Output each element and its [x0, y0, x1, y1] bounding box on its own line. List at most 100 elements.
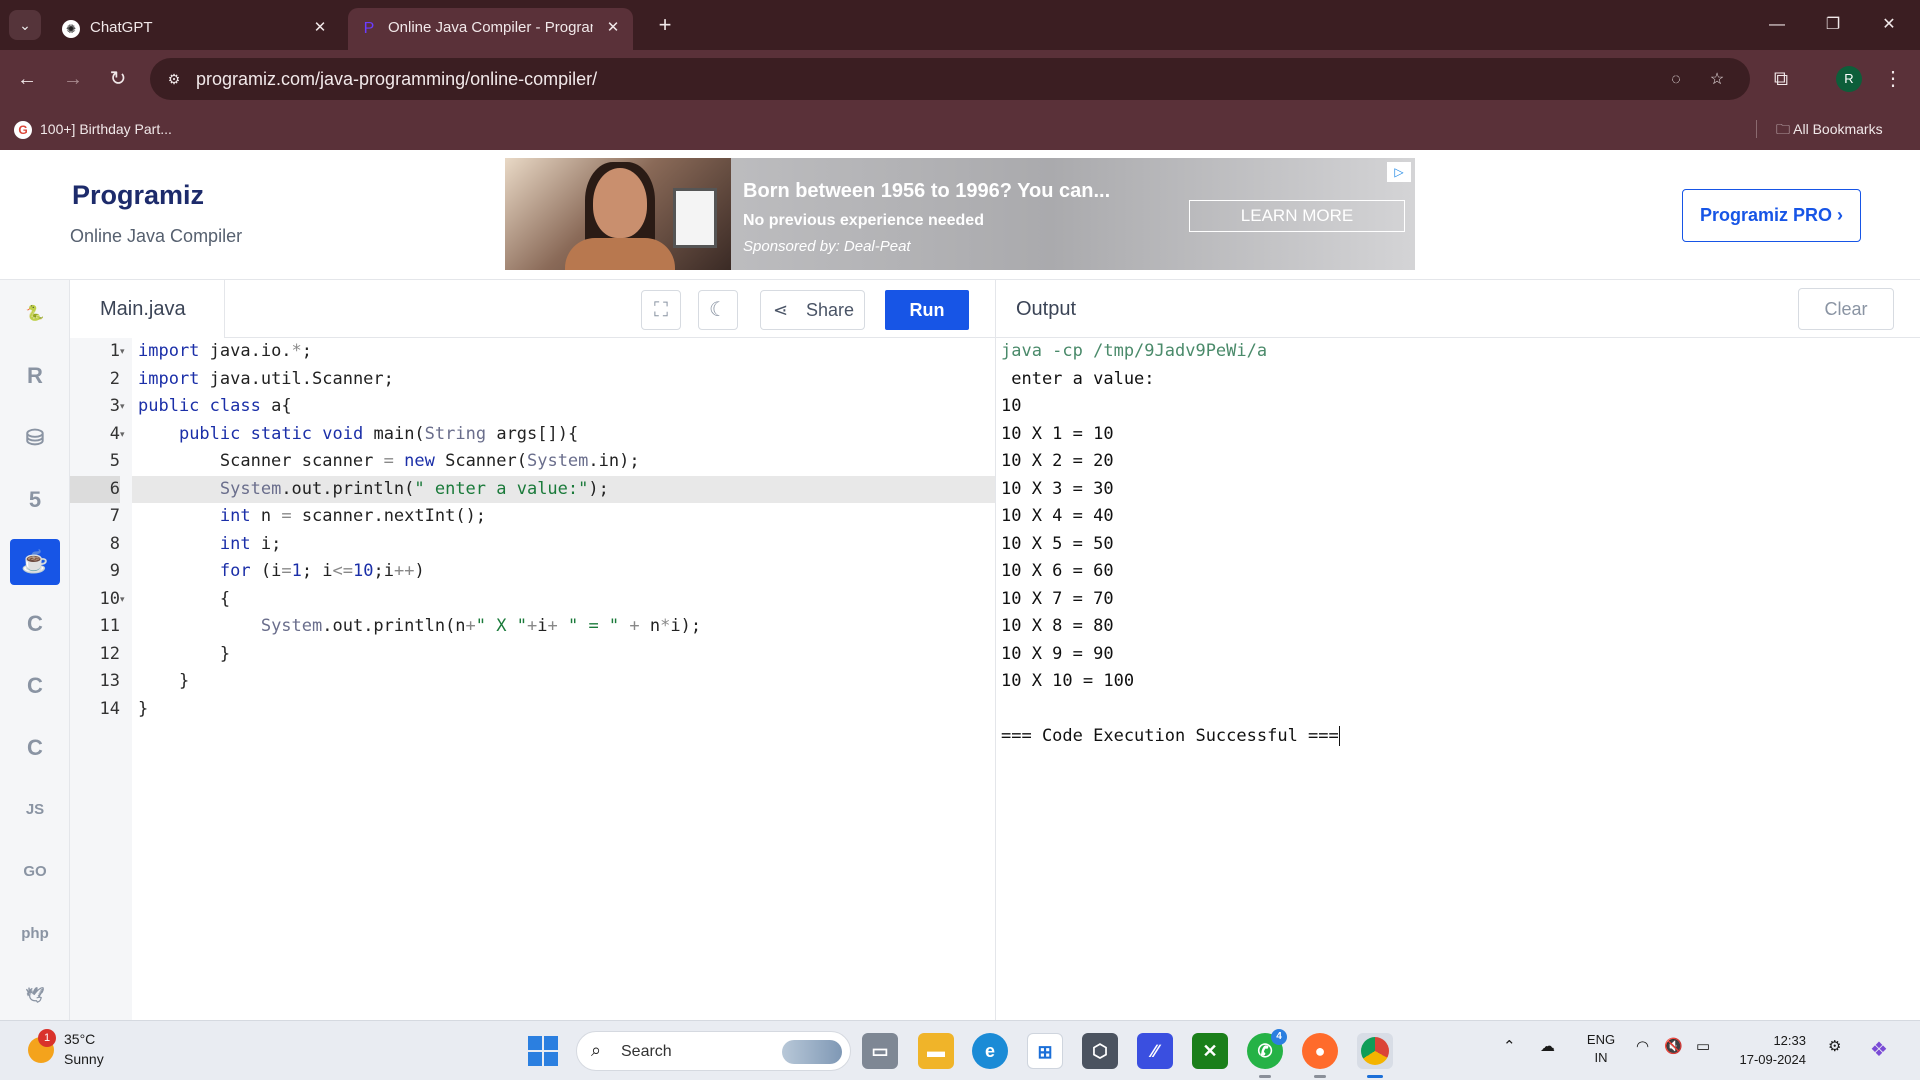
task-view-icon[interactable]: ▭ — [862, 1033, 898, 1069]
line-number: 7 — [109, 506, 120, 526]
code-line[interactable]: Scanner scanner = new Scanner(System.in)… — [132, 448, 995, 476]
chrome-icon[interactable] — [1357, 1033, 1393, 1078]
battery-icon[interactable]: ▭ — [1696, 1037, 1710, 1055]
url-text[interactable]: programiz.com/java-programming/online-co… — [196, 69, 597, 90]
code-line[interactable]: int i; — [132, 531, 995, 559]
new-tab-button[interactable]: + — [650, 10, 680, 40]
close-tab-icon[interactable]: ✕ — [603, 18, 623, 38]
close-tab-icon[interactable]: ✕ — [310, 18, 330, 38]
firefox-icon[interactable]: ● — [1302, 1033, 1338, 1078]
code-line-text: { — [138, 588, 231, 609]
whatsapp-badge: 4 — [1271, 1029, 1287, 1045]
ad-choices-icon[interactable]: ▷ — [1387, 162, 1411, 182]
clock-date: 17-09-2024 — [1739, 1052, 1807, 1067]
code-line-text: int i; — [219, 533, 282, 554]
output-command: java -cp /tmp/9Jadv9PeWi/a — [1001, 341, 1268, 361]
language-indicator[interactable]: ENG IN — [1584, 1031, 1618, 1067]
ad-learn-more-button[interactable]: LEARN MORE — [1189, 200, 1405, 232]
xbox-icon[interactable]: ✕ — [1192, 1033, 1228, 1069]
programiz-logo[interactable]: Programiz — [72, 180, 204, 211]
search-icon: ⌕ — [591, 1040, 602, 1060]
fullscreen-icon[interactable]: ⛶ — [641, 290, 681, 330]
onedrive-icon[interactable]: ☁ — [1540, 1037, 1555, 1055]
code-line[interactable]: int n = scanner.nextInt(); — [132, 503, 995, 531]
fold-toggle-icon[interactable]: ▾ — [120, 338, 132, 366]
edge-icon[interactable]: e — [972, 1033, 1008, 1069]
line-number: 2 — [109, 368, 120, 389]
weather-temperature: 35°C — [64, 1031, 96, 1047]
maths-app-icon[interactable]: ∕∕ — [1137, 1033, 1173, 1069]
back-button[interactable]: ← — [12, 64, 42, 94]
whatsapp-icon[interactable]: ✆ 4 — [1247, 1029, 1287, 1078]
profile-avatar[interactable]: R — [1836, 66, 1862, 92]
share-label: Share — [806, 300, 855, 320]
output-line: === Code Execution Successful === — [1001, 726, 1340, 746]
run-button[interactable]: Run — [885, 290, 969, 330]
code-line[interactable]: public static void main(String args[]){ — [132, 421, 995, 449]
site-info-icon[interactable]: ⚙ — [164, 69, 184, 89]
editor-header: Main.java ⛶ ☾ ⋖ Share Run — [70, 280, 995, 338]
extensions-icon[interactable]: ⧉ — [1766, 64, 1796, 94]
code-line-text: System.out.println(" enter a value:"); — [219, 478, 609, 499]
eye-off-icon[interactable]: ◌ — [1665, 69, 1687, 91]
share-button[interactable]: ⋖ Share — [760, 290, 865, 330]
output-line: 10 X 9 = 90 — [1001, 643, 1114, 664]
advertisement-banner[interactable]: Born between 1956 to 1996? You can... No… — [505, 158, 1415, 270]
file-tab[interactable]: Main.java — [70, 280, 225, 338]
line-number: 13 — [99, 671, 120, 691]
code-line[interactable]: } — [132, 696, 995, 724]
volume-muted-icon[interactable]: 🔇 — [1664, 1037, 1683, 1055]
code-line[interactable]: System.out.println(n+" X "+i+ " = " + n*… — [132, 613, 995, 641]
show-hidden-icons-icon[interactable]: ⌃ — [1503, 1037, 1516, 1055]
fold-toggle-icon[interactable]: ▾ — [120, 393, 132, 421]
browser-menu-icon[interactable]: ⋮ — [1878, 64, 1908, 94]
output-line: 10 X 8 = 80 — [1001, 616, 1114, 636]
all-bookmarks-button[interactable]: 🗀 All Bookmarks — [1776, 117, 1883, 141]
reload-button[interactable]: ↻ — [103, 64, 133, 94]
fold-toggle-icon[interactable]: ▾ — [120, 586, 132, 614]
line-number-column: 1 ▾ 2 3 ▾ 4 ▾ 5 6 7 8 9 10 ▾ 11 12 13 14 — [0, 338, 132, 1020]
output-line: 10 X 2 = 20 — [1001, 451, 1114, 471]
code-line[interactable]: } — [132, 641, 995, 669]
output-console[interactable]: java -cp /tmp/9Jadv9PeWi/a enter a value… — [996, 338, 1920, 1020]
code-line[interactable]: for (i=1; i<=10;i++) — [132, 558, 995, 586]
copilot-icon[interactable]: ❖ — [1870, 1037, 1888, 1062]
system-clock[interactable]: 12:33 17-09-2024 — [1736, 1031, 1807, 1069]
code-line[interactable]: System.out.println(" enter a value:"); — [132, 475, 995, 503]
taskbar-search[interactable]: ⌕ Search — [576, 1031, 851, 1071]
address-bar[interactable]: ⚙ programiz.com/java-programming/online-… — [150, 58, 1750, 100]
clear-button[interactable]: Clear — [1798, 288, 1894, 330]
code-line[interactable]: { — [132, 586, 995, 614]
line-number: 6 — [70, 475, 120, 503]
programiz-pro-button[interactable]: Programiz PRO › — [1682, 189, 1861, 242]
notifications-icon[interactable]: ⚙ — [1828, 1037, 1841, 1055]
chatgpt-favicon-icon: ✺ — [62, 20, 80, 38]
wifi-icon[interactable]: ◠ — [1636, 1037, 1649, 1055]
code-line-text: } — [138, 643, 231, 664]
bookmark-item[interactable]: G 100+] Birthday Part... — [14, 117, 172, 141]
tab-search-button[interactable]: ⌄ — [9, 10, 41, 40]
weather-description: Sunny — [64, 1051, 104, 1067]
code-line[interactable]: public class a{ — [132, 393, 995, 421]
microsoft-store-icon[interactable]: ⊞ — [1027, 1033, 1063, 1069]
bookmark-star-icon[interactable]: ☆ — [1706, 69, 1728, 91]
restore-window-button[interactable]: ❐ — [1810, 10, 1856, 40]
file-explorer-icon[interactable]: ▬ — [918, 1033, 954, 1069]
line-number: 14 — [99, 698, 120, 719]
language-python-icon[interactable]: 🐍 — [10, 291, 60, 337]
line-number: 3 — [109, 396, 120, 416]
code-line[interactable]: import java.util.Scanner; — [132, 366, 995, 394]
dark-mode-icon[interactable]: ☾ — [698, 290, 738, 330]
site-header: Programiz Online Java Compiler Born betw… — [0, 150, 1920, 280]
app-icon[interactable]: ⬡ — [1082, 1033, 1118, 1069]
code-line[interactable]: import java.io.*; — [132, 338, 995, 366]
code-editor[interactable]: import java.io.*; import java.util.Scanne… — [132, 338, 995, 1020]
code-line[interactable]: } — [132, 668, 995, 696]
fold-toggle-icon[interactable]: ▾ — [120, 421, 132, 449]
forward-button[interactable]: → — [58, 64, 88, 94]
close-window-button[interactable]: ✕ — [1866, 10, 1912, 40]
windows-start-icon[interactable] — [528, 1036, 558, 1066]
tab-online-java-compiler[interactable]: P Online Java Compiler - Program ✕ — [348, 8, 633, 50]
tab-chatgpt[interactable]: ✺ ChatGPT ✕ — [50, 8, 340, 50]
minimize-window-button[interactable]: — — [1754, 10, 1800, 40]
